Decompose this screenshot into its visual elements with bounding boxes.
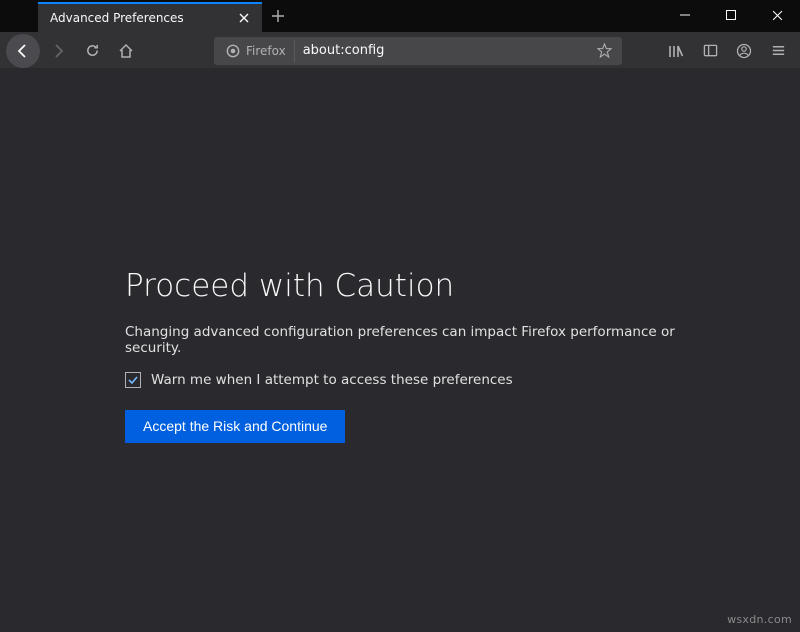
close-tab-icon[interactable]: [234, 8, 254, 28]
firefox-icon: [226, 44, 240, 58]
url-input[interactable]: about:config: [295, 43, 590, 58]
page-heading: Proceed with Caution: [125, 268, 685, 304]
account-button[interactable]: [728, 36, 760, 66]
forward-button[interactable]: [42, 36, 74, 66]
bookmark-star-icon[interactable]: [590, 43, 618, 58]
warn-checkbox-label: Warn me when I attempt to access these p…: [151, 372, 513, 388]
reload-button[interactable]: [76, 36, 108, 66]
tab-label: Advanced Preferences: [50, 11, 234, 25]
app-menu-button[interactable]: [762, 36, 794, 66]
library-button[interactable]: [660, 36, 692, 66]
close-window-button[interactable]: [754, 0, 800, 30]
maximize-button[interactable]: [708, 0, 754, 30]
url-bar[interactable]: Firefox about:config: [214, 37, 622, 65]
nav-toolbar: Firefox about:config: [0, 32, 800, 68]
back-button[interactable]: [6, 34, 40, 68]
identity-label: Firefox: [246, 44, 286, 58]
identity-box[interactable]: Firefox: [218, 40, 295, 62]
titlebar: Advanced Preferences: [0, 0, 800, 32]
page-message: Changing advanced configuration preferen…: [125, 324, 685, 356]
home-button[interactable]: [110, 36, 142, 66]
window-controls: [662, 0, 800, 30]
content-area: Proceed with Caution Changing advanced c…: [0, 68, 800, 632]
watermark: wsxdn.com: [727, 613, 792, 626]
warn-checkbox-row[interactable]: Warn me when I attempt to access these p…: [125, 372, 685, 388]
minimize-button[interactable]: [662, 0, 708, 30]
tab-advanced-preferences[interactable]: Advanced Preferences: [38, 2, 262, 32]
new-tab-button[interactable]: [262, 0, 294, 32]
warn-checkbox[interactable]: [125, 372, 141, 388]
accept-risk-button[interactable]: Accept the Risk and Continue: [125, 410, 345, 443]
tab-strip: Advanced Preferences: [0, 0, 662, 32]
about-config-warning: Proceed with Caution Changing advanced c…: [125, 268, 685, 443]
toolbar-right: [660, 36, 794, 66]
sidebar-button[interactable]: [694, 36, 726, 66]
